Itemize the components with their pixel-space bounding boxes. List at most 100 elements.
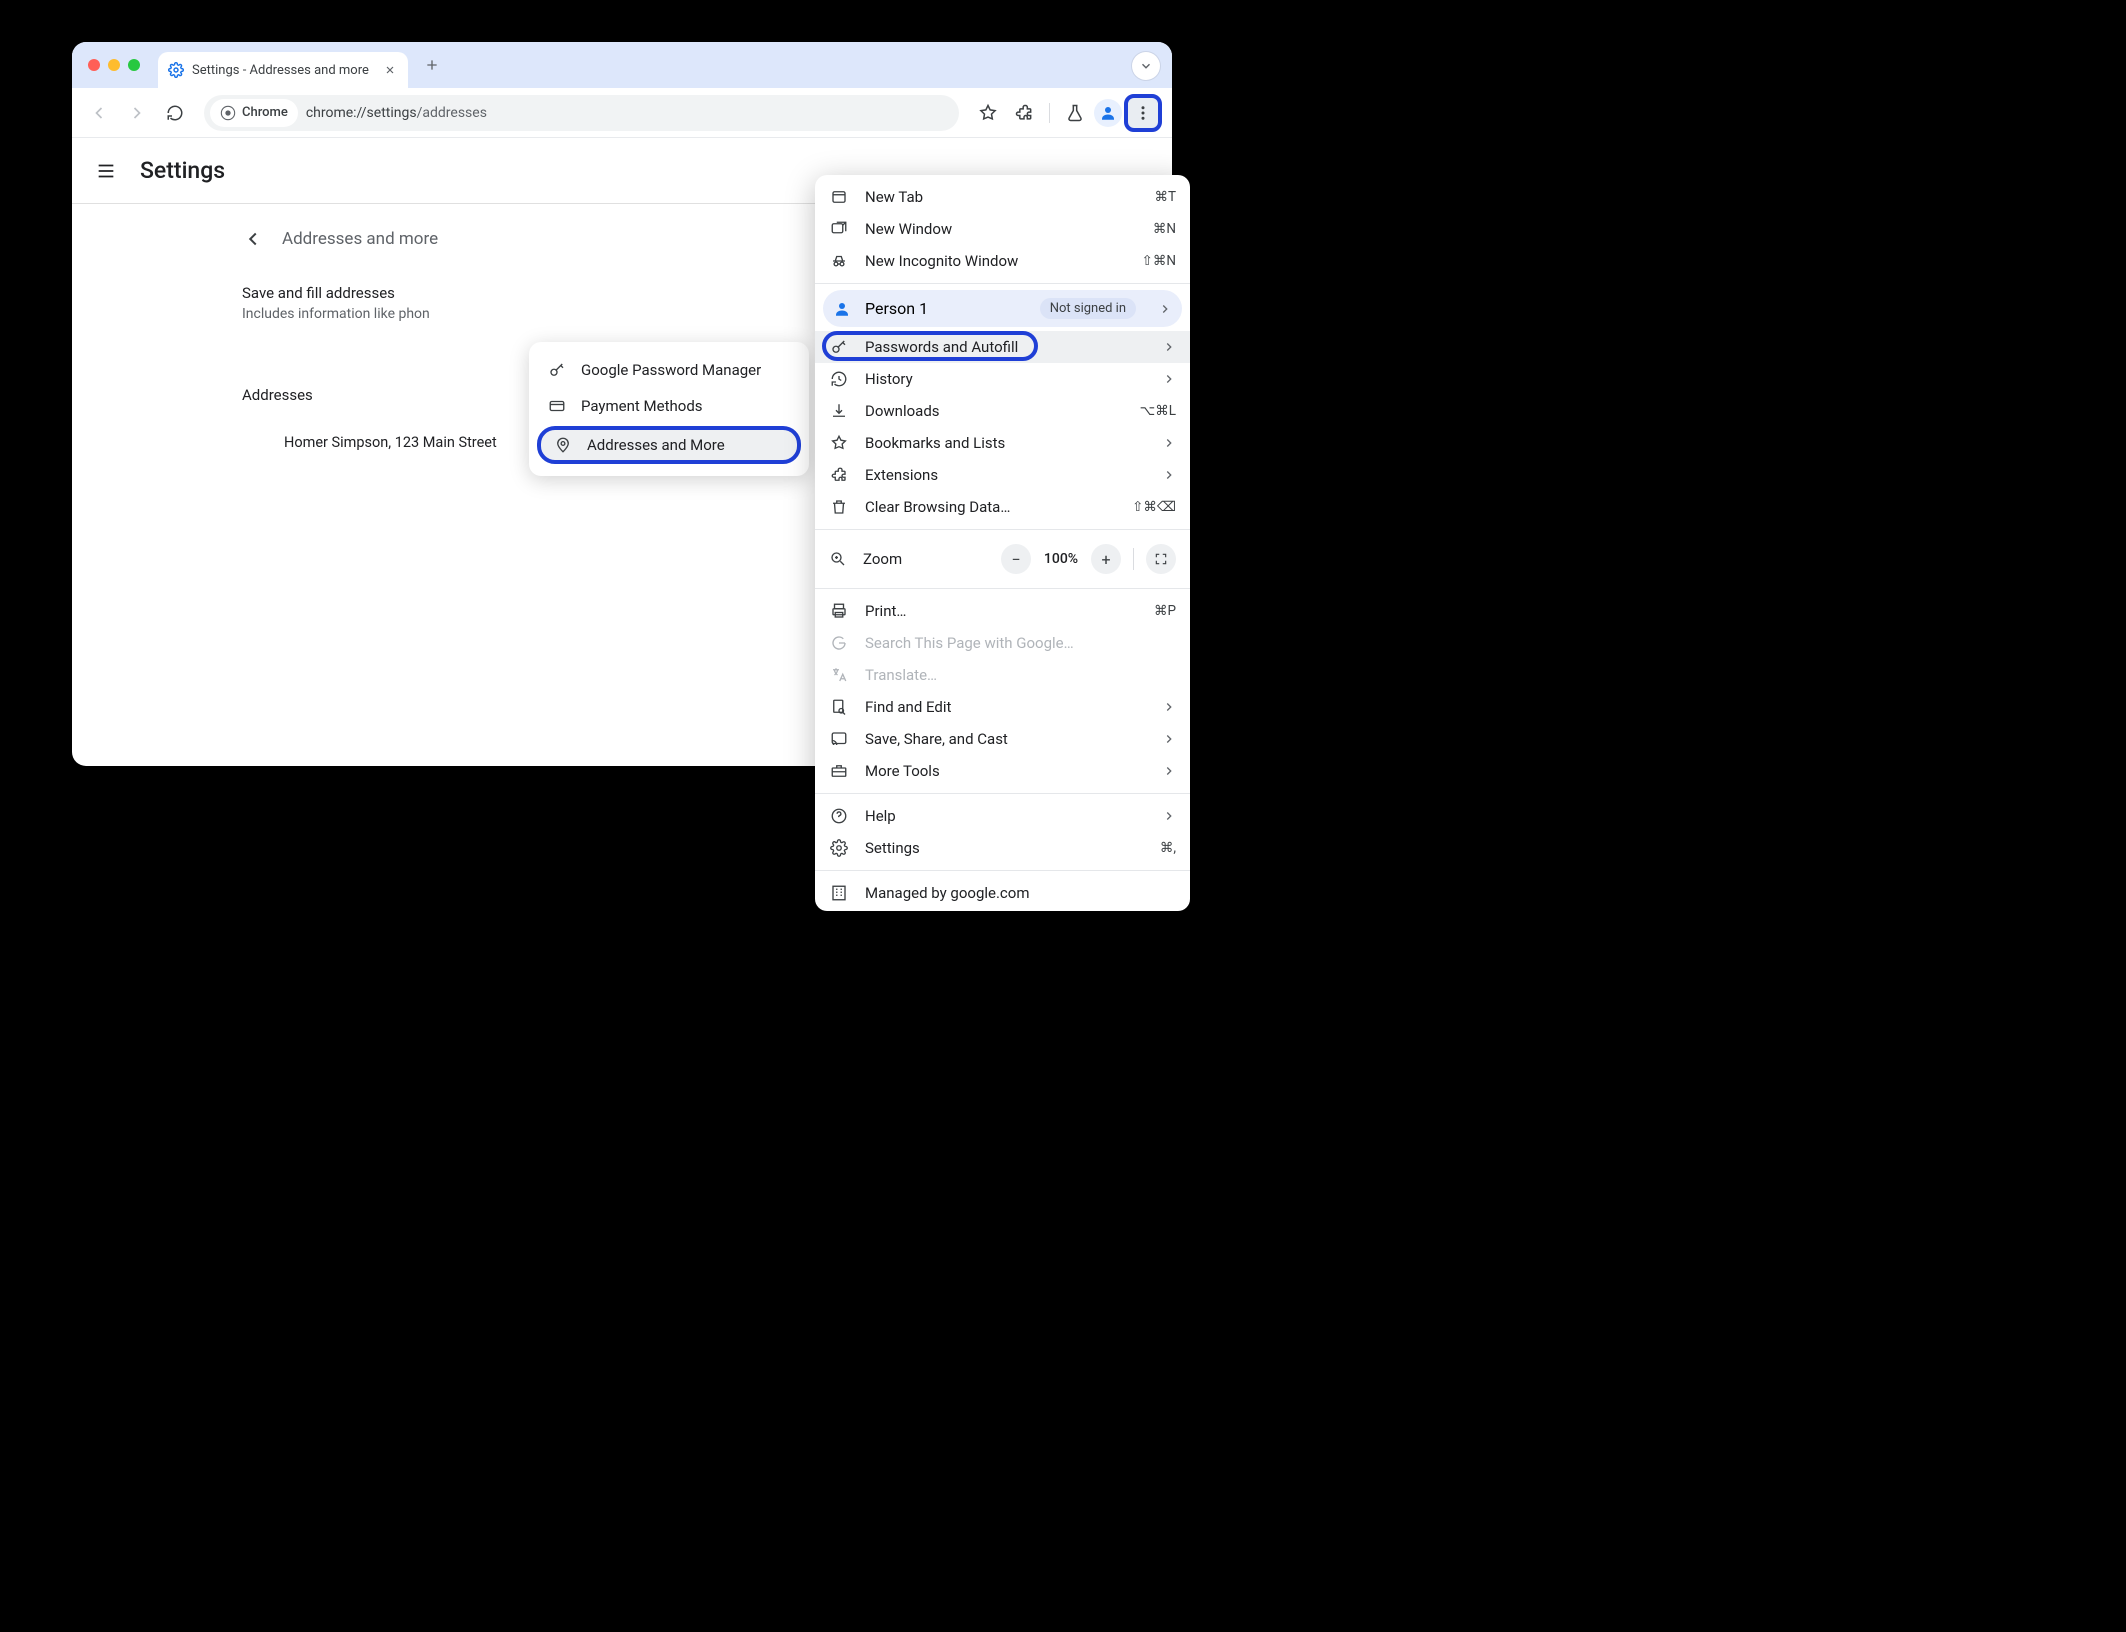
- close-tab-icon[interactable]: [382, 62, 398, 78]
- cast-icon: [829, 730, 849, 748]
- site-chip-label: Chrome: [242, 105, 288, 120]
- menu-bookmarks[interactable]: Bookmarks and Lists: [815, 427, 1190, 459]
- submenu-item-label: Addresses and More: [587, 436, 725, 454]
- site-chip[interactable]: Chrome: [210, 99, 298, 127]
- gear-icon: [829, 839, 849, 857]
- incognito-icon: [829, 252, 849, 270]
- omnibox[interactable]: Chrome chrome://settings/addresses: [204, 95, 959, 131]
- menu-extensions[interactable]: Extensions: [815, 459, 1190, 491]
- reload-button[interactable]: [158, 96, 192, 130]
- menu-find-edit[interactable]: Find and Edit: [815, 691, 1190, 723]
- new-window-icon: [829, 220, 849, 238]
- trash-icon: [829, 498, 849, 516]
- new-tab-icon: [829, 188, 849, 206]
- chevron-right-icon: [1162, 809, 1176, 823]
- menu-help[interactable]: Help: [815, 800, 1190, 832]
- chevron-right-icon: [1162, 436, 1176, 450]
- pin-icon: [553, 436, 573, 454]
- extensions-puzzle-icon[interactable]: [1007, 96, 1041, 130]
- browser-tab[interactable]: Settings - Addresses and more: [158, 52, 408, 88]
- browser-window: Settings - Addresses and more Chrome: [72, 42, 1172, 766]
- chrome-menu-button[interactable]: [1124, 94, 1162, 132]
- toolbox-icon: [829, 762, 849, 780]
- minimize-window-button[interactable]: [108, 59, 120, 71]
- settings-gear-icon: [168, 62, 184, 78]
- help-icon: [829, 807, 849, 825]
- toolbar-actions: [971, 94, 1162, 132]
- labs-flask-icon[interactable]: [1058, 96, 1092, 130]
- document-search-icon: [829, 698, 849, 716]
- menu-separator: [815, 529, 1190, 530]
- submenu-payment-methods[interactable]: Payment Methods: [529, 388, 809, 424]
- submenu-addresses-and-more[interactable]: Addresses and More: [537, 426, 801, 464]
- chevron-right-icon: [1162, 340, 1176, 354]
- menu-new-tab[interactable]: New Tab ⌘T: [815, 181, 1190, 213]
- profile-button[interactable]: [1094, 99, 1122, 127]
- menu-separator: [815, 793, 1190, 794]
- menu-separator: [815, 283, 1190, 284]
- history-icon: [829, 370, 849, 388]
- chrome-logo-icon: [220, 105, 236, 121]
- back-button[interactable]: [82, 96, 116, 130]
- tabs-dropdown-button[interactable]: [1132, 52, 1160, 80]
- submenu-password-manager[interactable]: Google Password Manager: [529, 352, 809, 388]
- page-title: Settings: [140, 157, 225, 184]
- key-icon: [829, 338, 849, 356]
- zoom-separator: [1133, 548, 1134, 570]
- menu-clear-data[interactable]: Clear Browsing Data… ⇧⌘⌫: [815, 491, 1190, 523]
- download-icon: [829, 402, 849, 420]
- chevron-right-icon: [1162, 732, 1176, 746]
- zoom-in-button[interactable]: +: [1091, 544, 1121, 574]
- menu-new-window[interactable]: New Window ⌘N: [815, 213, 1190, 245]
- window-controls: [88, 59, 140, 71]
- zoom-out-button[interactable]: −: [1001, 544, 1031, 574]
- menu-search-page: Search This Page with Google…: [815, 627, 1190, 659]
- chevron-right-icon: [1162, 700, 1176, 714]
- print-icon: [829, 602, 849, 620]
- menu-new-incognito[interactable]: New Incognito Window ⇧⌘N: [815, 245, 1190, 277]
- zoom-value: 100%: [1039, 551, 1083, 567]
- menu-history[interactable]: History: [815, 363, 1190, 395]
- close-window-button[interactable]: [88, 59, 100, 71]
- submenu-item-label: Payment Methods: [581, 397, 703, 415]
- card-icon: [547, 397, 567, 415]
- puzzle-icon: [829, 466, 849, 484]
- chevron-right-icon: [1162, 764, 1176, 778]
- menu-separator: [815, 870, 1190, 871]
- menu-managed[interactable]: Managed by google.com: [815, 877, 1190, 909]
- breadcrumb-label: Addresses and more: [282, 229, 438, 249]
- menu-zoom-row: Zoom − 100% +: [815, 536, 1190, 582]
- building-icon: [829, 884, 849, 902]
- menu-separator: [815, 588, 1190, 589]
- forward-button[interactable]: [120, 96, 154, 130]
- menu-settings[interactable]: Settings ⌘,: [815, 832, 1190, 864]
- person-icon: [833, 300, 851, 318]
- menu-print[interactable]: Print… ⌘P: [815, 595, 1190, 627]
- menu-passwords-autofill[interactable]: Passwords and Autofill: [815, 331, 1190, 363]
- tab-strip: Settings - Addresses and more: [72, 42, 1172, 88]
- menu-profile-row[interactable]: Person 1 Not signed in: [823, 290, 1182, 327]
- chevron-right-icon: [1158, 302, 1172, 316]
- tab-title: Settings - Addresses and more: [192, 63, 374, 78]
- chevron-right-icon: [1162, 372, 1176, 386]
- kebab-icon: [1134, 104, 1152, 122]
- toolbar-separator: [1049, 103, 1050, 123]
- hamburger-menu-icon[interactable]: [94, 159, 118, 183]
- star-icon: [829, 434, 849, 452]
- translate-icon: [829, 666, 849, 684]
- profile-status-badge: Not signed in: [1040, 298, 1136, 319]
- menu-downloads[interactable]: Downloads ⌥⌘L: [815, 395, 1190, 427]
- url-text: chrome://settings/addresses: [306, 105, 487, 121]
- menu-translate: Translate…: [815, 659, 1190, 691]
- bookmark-star-icon[interactable]: [971, 96, 1005, 130]
- submenu-item-label: Google Password Manager: [581, 361, 761, 379]
- toolbar: Chrome chrome://settings/addresses: [72, 88, 1172, 138]
- menu-save-share-cast[interactable]: Save, Share, and Cast: [815, 723, 1190, 755]
- fullscreen-button[interactable]: [1146, 544, 1176, 574]
- new-tab-button[interactable]: [418, 51, 446, 79]
- maximize-window-button[interactable]: [128, 59, 140, 71]
- breadcrumb-back-icon[interactable]: [242, 228, 264, 250]
- zoom-icon: [829, 550, 847, 568]
- menu-more-tools[interactable]: More Tools: [815, 755, 1190, 787]
- chrome-menu: New Tab ⌘T New Window ⌘N New Incognito W…: [815, 175, 1190, 911]
